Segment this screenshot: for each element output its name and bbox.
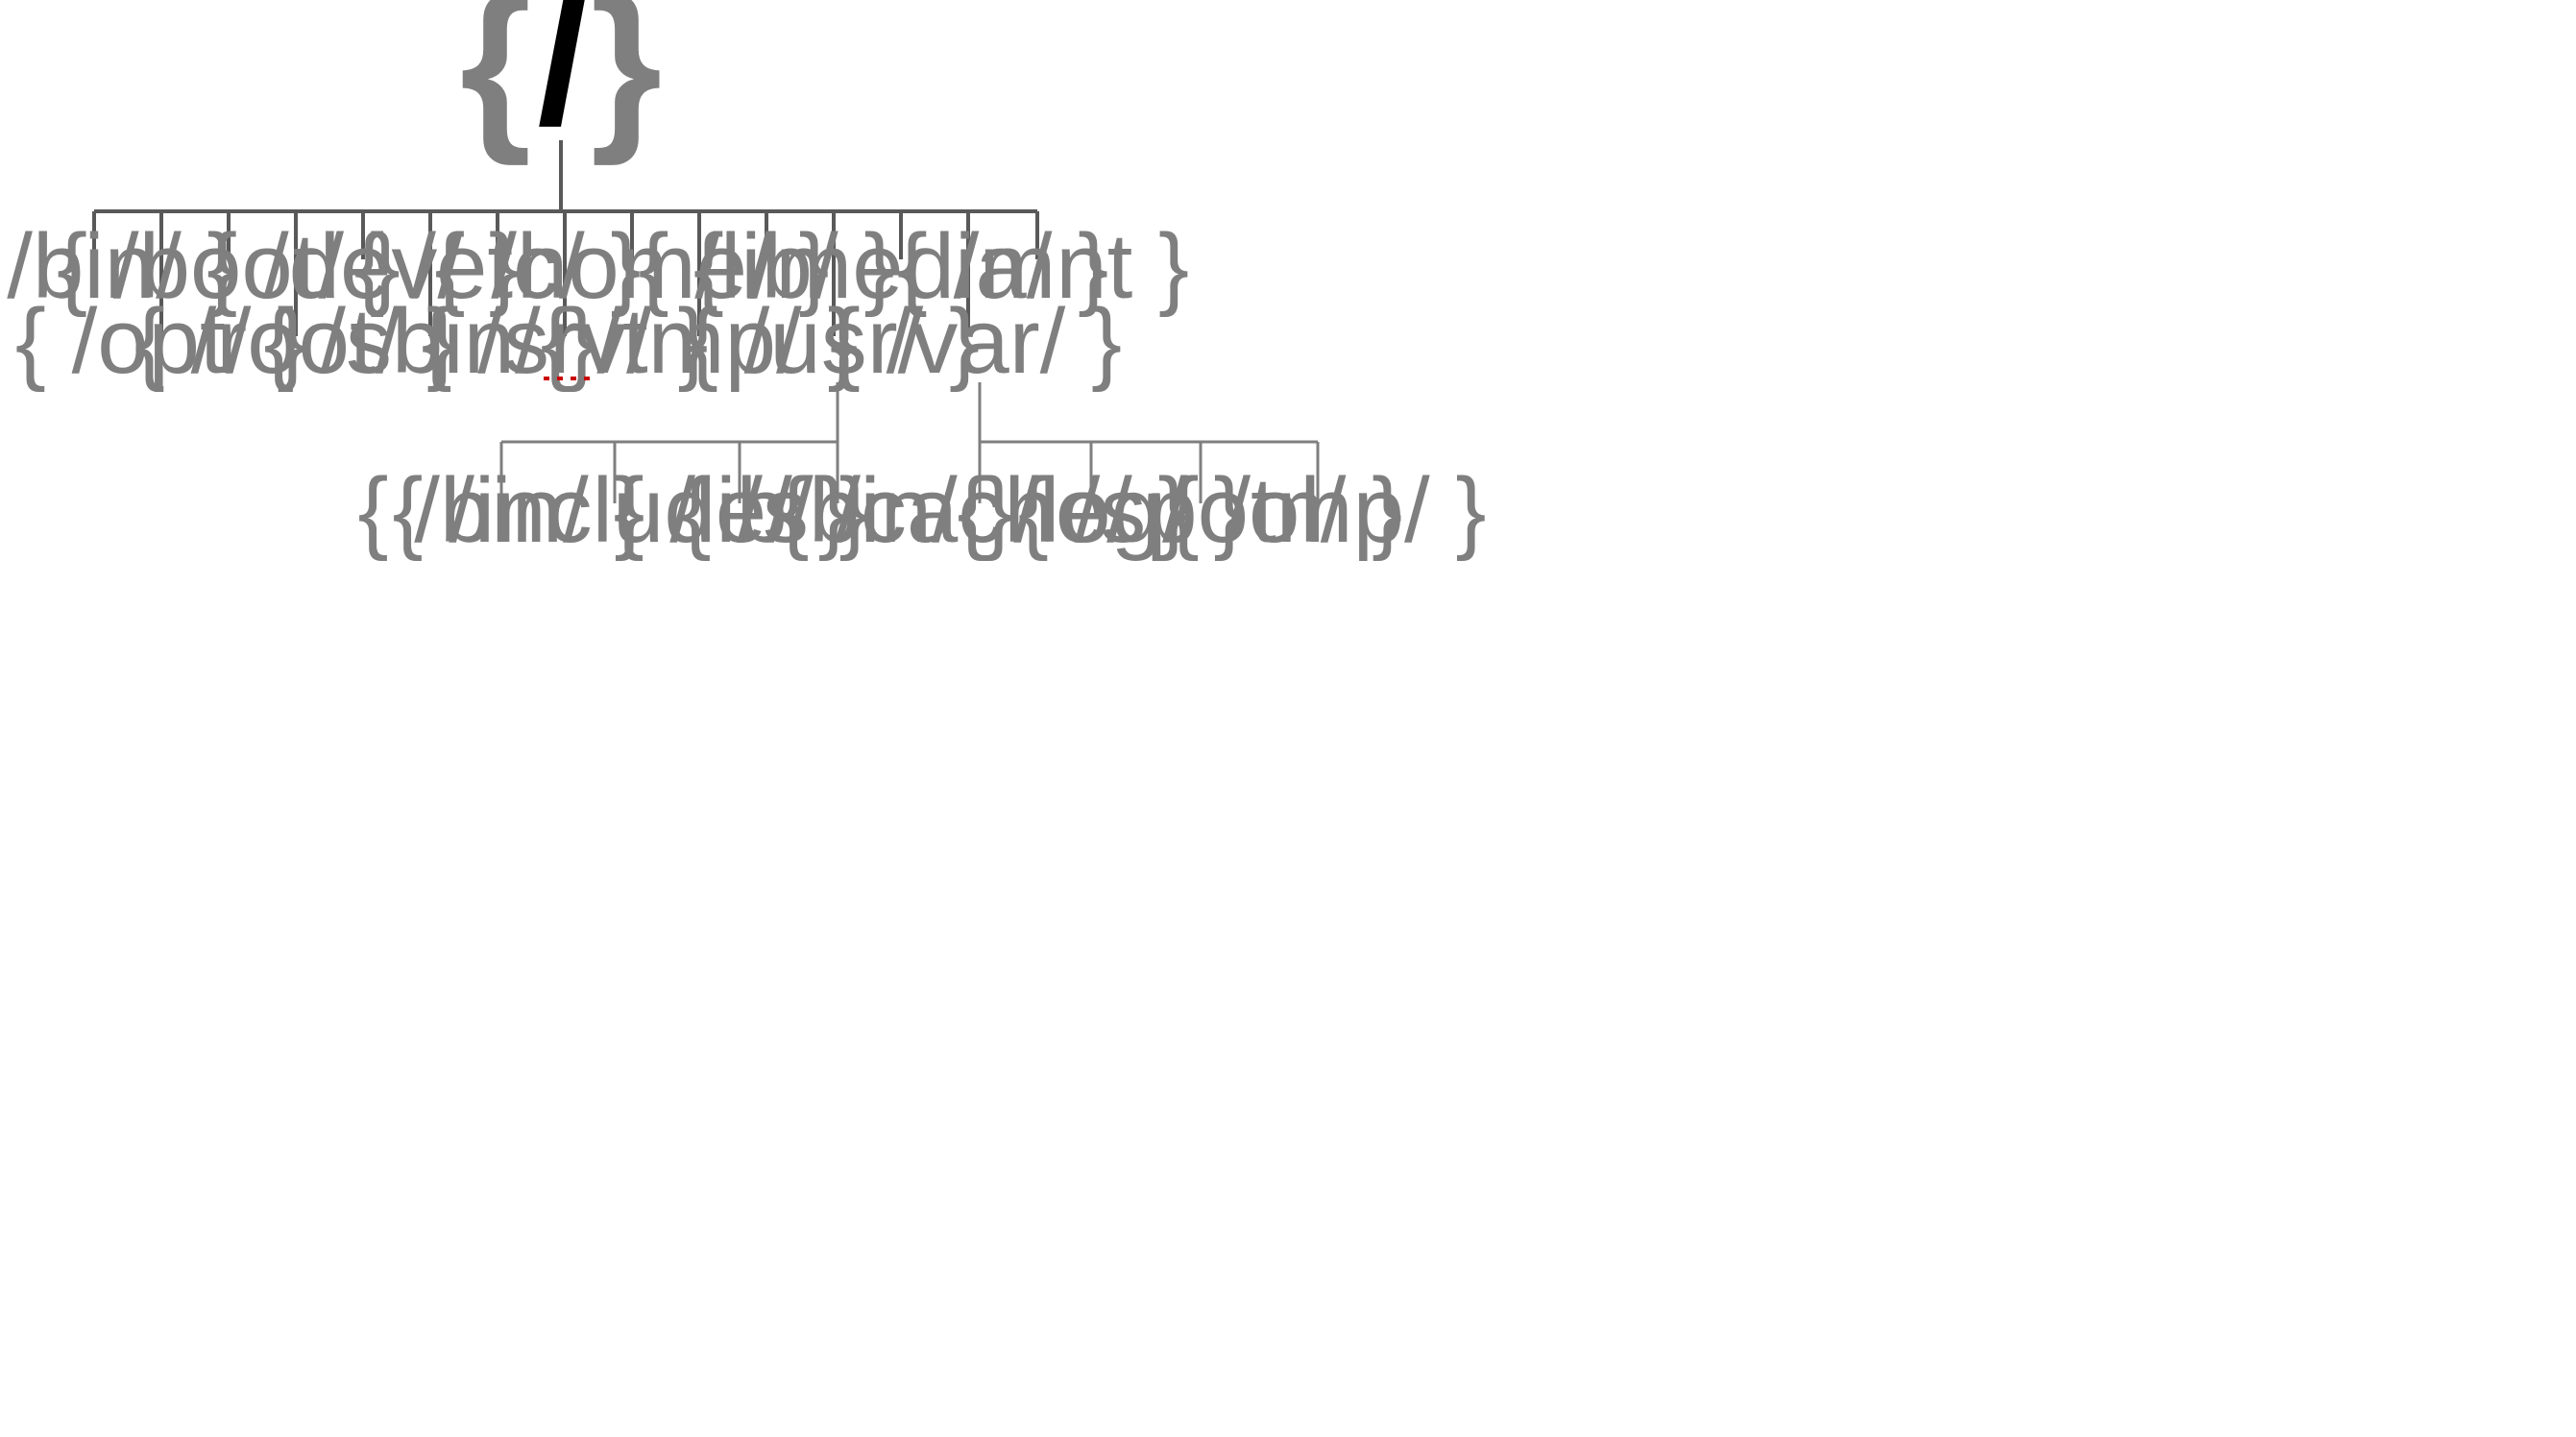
root-label: / — [537, 0, 588, 162]
root-brace-left: { — [460, 0, 532, 166]
filesystem-tree: { / } { /bin/ } { /boot/ } { /dev/ } { /… — [0, 0, 2576, 1437]
node-var-tmp: { /tmp/ } — [1169, 459, 1487, 562]
node-var: { /var/ } — [830, 290, 1122, 393]
root-brace-right: } — [591, 0, 663, 166]
